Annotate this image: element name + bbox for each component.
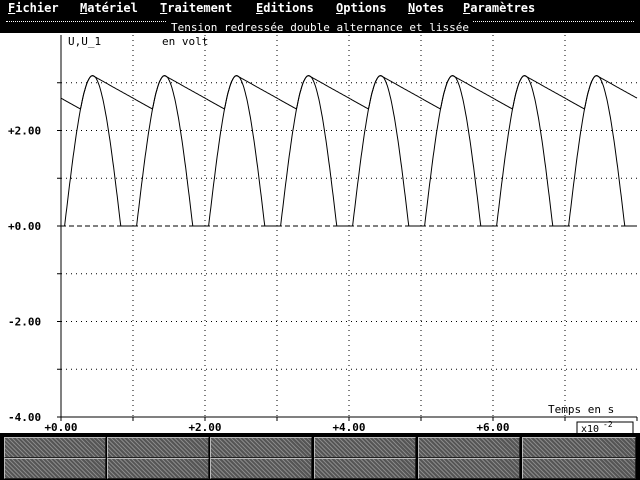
- toolbar-row-2: [0, 458, 640, 479]
- x-scale-exponent: -2: [603, 420, 613, 429]
- y-axis-label: U,U_1: [68, 35, 101, 48]
- x-tick-label: +0.00: [44, 421, 77, 433]
- x-axis-label: Temps en s: [548, 403, 614, 416]
- y-tick-label: +0.00: [8, 220, 41, 233]
- menu-traitement[interactable]: Traitement: [160, 0, 232, 16]
- toolbar-button-1-6[interactable]: [522, 437, 636, 458]
- voltage-plot: +2.00+0.00-2.00-4.00+0.00 +2.00 +4.00 +6.00…: [8, 35, 638, 433]
- x-tick-label: +2.00: [188, 421, 221, 433]
- menu-paramtres[interactable]: Paramètres: [463, 0, 535, 16]
- menu-editions[interactable]: Editions: [256, 0, 314, 16]
- toolbar-button-2-1[interactable]: [4, 458, 106, 479]
- toolbar-button-2-2[interactable]: [107, 458, 209, 479]
- toolbar-button-2-6[interactable]: [522, 458, 636, 479]
- menu-options[interactable]: Options: [336, 0, 387, 16]
- menu-notes[interactable]: Notes: [408, 0, 444, 16]
- toolbar-button-1-2[interactable]: [107, 437, 209, 458]
- menu-fichier[interactable]: Fichier: [8, 0, 59, 16]
- toolbar-button-2-3[interactable]: [210, 458, 312, 479]
- x-tick-label: +6.00: [476, 421, 509, 433]
- toolbar-button-1-5[interactable]: [418, 437, 520, 458]
- y-tick-label: +2.00: [8, 125, 41, 138]
- y-tick-label: -2.00: [8, 316, 41, 329]
- toolbar-button-1-3[interactable]: [210, 437, 312, 458]
- menu-matriel[interactable]: Matériel: [80, 0, 138, 16]
- toolbar-button-1-4[interactable]: [314, 437, 416, 458]
- x-scale-label: x10: [581, 424, 599, 433]
- menu-bar: Fichier Matériel Traitement Editions Options…: [0, 0, 640, 16]
- toolbar-button-1-1[interactable]: [4, 437, 106, 458]
- plot-area: +2.00 +0.00 -2.00 -4.00 +0.00 +2.00 +4.00 +6.00…: [0, 33, 640, 433]
- toolbar-row-1: [0, 437, 640, 458]
- toolbar-button-2-5[interactable]: [418, 458, 520, 479]
- y-unit-label: en volt: [162, 35, 208, 48]
- y-tick-label: -4.00: [8, 411, 41, 424]
- toolbar-button-2-4[interactable]: [314, 458, 416, 479]
- x-tick-label: +4.00: [332, 421, 365, 433]
